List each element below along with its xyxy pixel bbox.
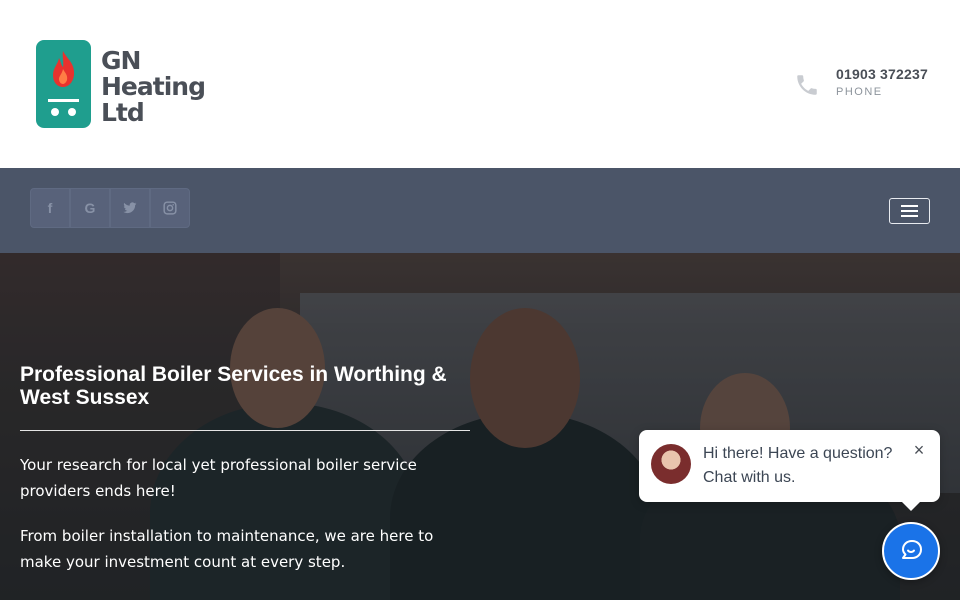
logo-line: Heating [101, 72, 206, 101]
logo-line: GN [101, 46, 141, 75]
phone-number[interactable]: 01903 372237 [836, 66, 928, 82]
logo-line: Ltd [101, 98, 145, 127]
flame-icon [53, 51, 75, 87]
instagram-icon[interactable] [150, 188, 190, 228]
hero-paragraph: From boiler installation to maintenance,… [20, 527, 434, 571]
close-icon[interactable]: × [911, 441, 927, 459]
hero-paragraph: Your research for local yet professional… [20, 456, 417, 500]
phone-contact[interactable]: 01903 372237 PHONE [794, 66, 928, 99]
navbar: f G [0, 168, 960, 253]
facebook-icon[interactable]: f [30, 188, 70, 228]
social-links: f G [30, 188, 190, 228]
hero-divider [20, 430, 470, 431]
chat-greeting-bubble[interactable]: Hi there! Have a question? Chat with us.… [639, 430, 940, 511]
logo-mark [36, 40, 91, 128]
hamburger-icon [901, 205, 918, 207]
chat-icon [902, 540, 922, 559]
menu-toggle-button[interactable] [889, 198, 930, 224]
logo[interactable]: GN Heating Ltd [36, 40, 211, 130]
phone-label: PHONE [836, 86, 883, 98]
chat-launcher-button[interactable] [882, 522, 940, 580]
google-icon[interactable]: G [70, 188, 110, 228]
hero-content: Professional Boiler Services in Worthing… [20, 363, 470, 575]
chat-greeting-text: Hi there! Have a question? Chat with us. [703, 445, 893, 486]
hero-title: Professional Boiler Services in Worthing… [20, 363, 447, 409]
avatar [651, 444, 691, 484]
hero-section: Professional Boiler Services in Worthing… [0, 253, 960, 600]
site-header: GN Heating Ltd 01903 372237 PHONE [0, 0, 960, 168]
phone-icon [797, 75, 817, 95]
twitter-icon[interactable] [110, 188, 150, 228]
logo-text: GN Heating Ltd [101, 46, 206, 127]
